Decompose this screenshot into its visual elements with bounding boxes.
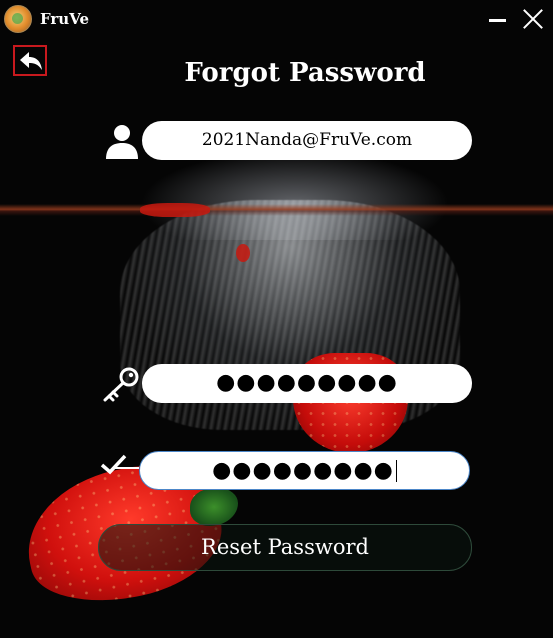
- user-icon: [106, 125, 138, 159]
- key-icon: [103, 367, 139, 402]
- minimize-button[interactable]: [486, 8, 508, 30]
- check-icon: [100, 454, 139, 475]
- confirm-password-field[interactable]: ●●●●●●●●●: [139, 451, 470, 490]
- forgot-password-window: FruVe Forgot Password 2021Nanda@FruVe.co…: [0, 0, 553, 638]
- app-logo: [4, 5, 32, 33]
- app-title: FruVe: [40, 10, 89, 28]
- new-password-field[interactable]: ●●●●●●●●●: [142, 364, 472, 403]
- reset-password-button[interactable]: Reset Password: [98, 524, 472, 571]
- title-bar: FruVe: [0, 0, 553, 38]
- close-button[interactable]: [520, 6, 546, 32]
- confirm-password-value: ●●●●●●●●●: [212, 458, 394, 483]
- page-title: Forgot Password: [184, 58, 426, 88]
- email-field[interactable]: 2021Nanda@FruVe.com: [142, 121, 472, 160]
- text-caret: [395, 460, 397, 482]
